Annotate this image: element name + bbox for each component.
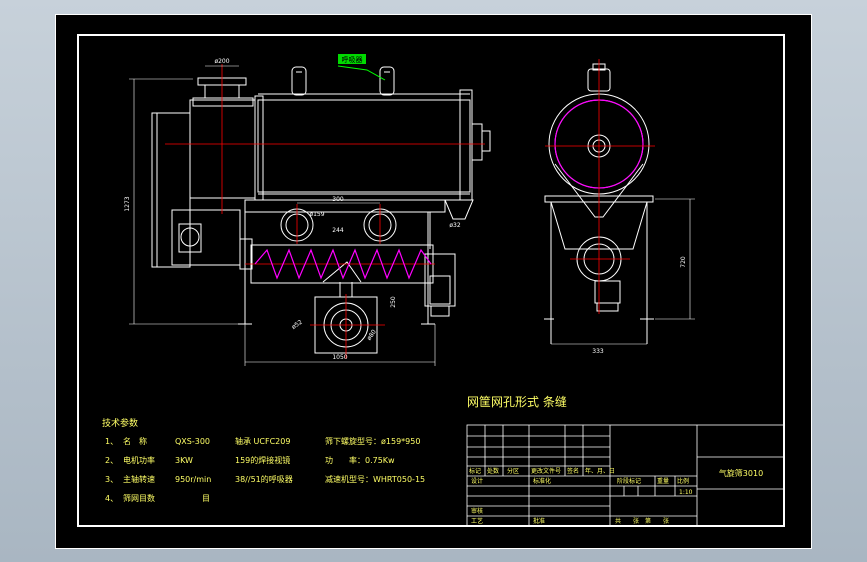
tb-label: 处数 — [487, 467, 499, 475]
cad-window: 呼吸器 ø200 1273 300 ø159 244 ø32 250 ø52 ø… — [0, 0, 867, 562]
tb-scale-value: 1:10 — [679, 489, 693, 496]
spec-num: 1、 — [105, 437, 118, 446]
specs-title: 技术参数 — [102, 417, 138, 429]
spec-num: 4、 — [105, 494, 118, 503]
dim-hole-spacing: 300 — [332, 196, 344, 203]
side-dimensions — [551, 198, 695, 345]
tb-label: 分区 — [507, 467, 519, 475]
dim-inner-hole: 244 — [332, 227, 344, 234]
front-view — [151, 66, 491, 354]
specs-table: 1、 名 称 QXS-300 轴承 UCFC209 筛下螺旋型号：ø159*95… — [105, 436, 425, 503]
drawing-sheet: 呼吸器 ø200 1273 300 ø159 244 ø32 250 ø52 ø… — [55, 14, 812, 549]
spec-value: 目 — [202, 494, 210, 503]
dim-leg-height: 720 — [680, 256, 687, 268]
tb-label: 签名 — [567, 467, 579, 475]
spec-label: 电机功率 — [123, 455, 155, 465]
spec-label: 主轴转速 — [123, 474, 155, 484]
spec-value: 3KW — [175, 456, 193, 465]
dim-flange-dia: ø52 — [290, 319, 303, 331]
spec-value: QXS-300 — [175, 437, 210, 446]
spec-label: 名 称 — [123, 436, 147, 446]
tb-stage: 阶段标记 — [617, 477, 641, 485]
dim-width: 333 — [592, 348, 604, 355]
spec-extra: 轴承 UCFC209 — [235, 436, 290, 446]
breather-leader — [337, 65, 386, 81]
dim-side-height: 1273 — [124, 196, 131, 211]
tb-product-name: 气旋筛3010 — [719, 468, 763, 478]
inner-border — [77, 34, 785, 527]
breather-label: 呼吸器 — [342, 55, 363, 64]
side-centerlines — [545, 59, 655, 314]
spec-extra2: 减速机型号：WHRT050-15 — [325, 474, 425, 484]
tb-label: 标记 — [469, 467, 481, 475]
tb-weight: 重量 — [657, 477, 669, 485]
dim-bottom-length: 1050 — [332, 354, 347, 361]
spec-extra: 38//51的呼吸器 — [235, 474, 293, 484]
tb-scale: 比例 — [677, 477, 689, 485]
dim-right: ø32 — [449, 222, 460, 229]
spec-value: 950r/min — [175, 475, 211, 484]
spec-extra: 159的焊接视镜 — [235, 455, 290, 465]
dim-hole-dia: ø159 — [309, 211, 324, 218]
tb-label: 更改文件号 — [531, 467, 561, 475]
tb-review: 审核 — [471, 507, 483, 515]
tb-standard: 标准化 — [533, 477, 551, 485]
cad-drawing: 呼吸器 ø200 1273 300 ø159 244 ø32 250 ø52 ø… — [55, 14, 812, 549]
spec-extra2: 功 率：0.75Kw — [325, 455, 395, 465]
tb-design: 设计 — [471, 477, 483, 485]
spec-extra2: 筛下螺旋型号：ø159*950 — [325, 436, 420, 446]
spec-num: 2、 — [105, 456, 118, 465]
dim-mid: 250 — [390, 296, 397, 308]
dim-top-dia: ø200 — [214, 58, 229, 65]
screen-form-caption: 网筐网孔形式 条缝 — [467, 394, 567, 409]
tb-label: 年、月、日 — [585, 467, 615, 475]
spec-label: 筛网目数 — [123, 493, 155, 503]
tb-approve: 批准 — [533, 517, 545, 525]
tb-process: 工艺 — [471, 517, 483, 525]
tb-sheets: 共 张 第 张 — [615, 517, 669, 525]
front-dimensions — [129, 65, 436, 366]
spec-num: 3、 — [105, 475, 118, 484]
